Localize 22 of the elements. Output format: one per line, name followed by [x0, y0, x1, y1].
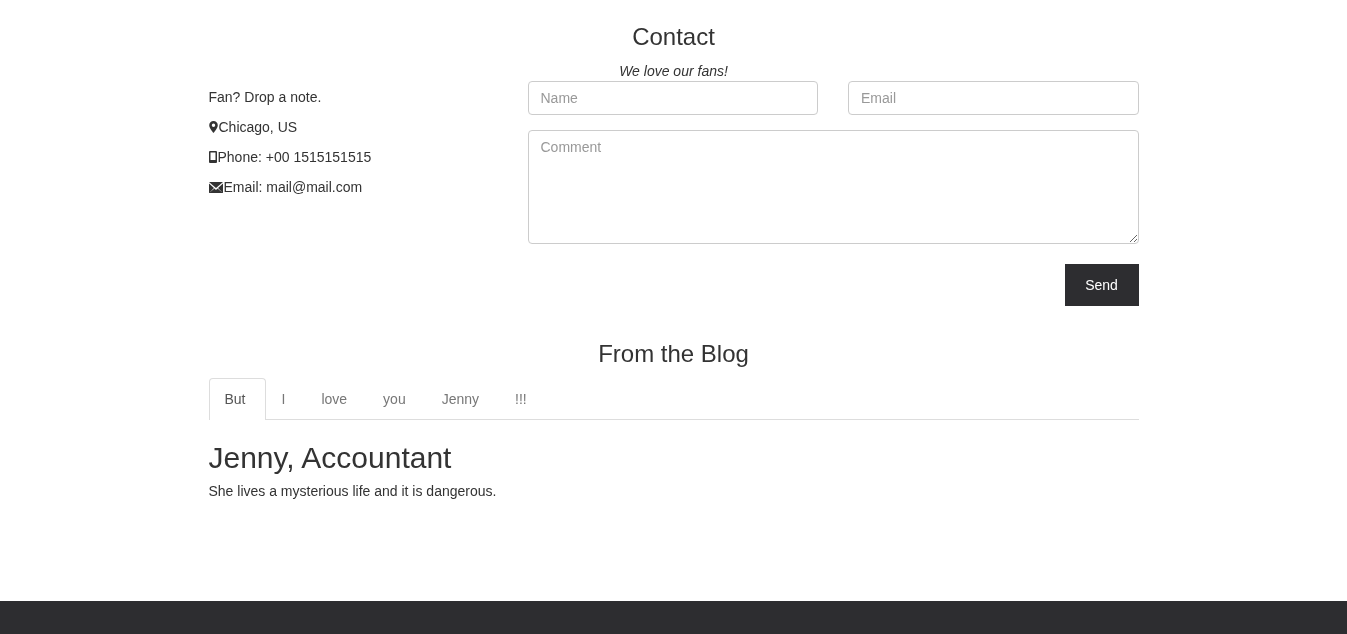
- envelope-icon: [208, 181, 223, 193]
- tab[interactable]: I: [265, 378, 306, 419]
- send-button[interactable]: Send: [1064, 264, 1139, 306]
- section-title: From the Blog: [597, 339, 750, 369]
- tab[interactable]: !!!: [499, 378, 547, 419]
- contact-info-text: Phone: +00 1515151515: [217, 149, 372, 165]
- contact-info-text: Chicago, US: [218, 119, 298, 135]
- email-field[interactable]: Email: [848, 81, 1139, 115]
- post-heading: Jenny, Accountant: [208, 440, 453, 476]
- location-pin-icon: [208, 121, 218, 133]
- comment-field[interactable]: Comment: [527, 130, 1139, 244]
- tab[interactable]: love: [305, 378, 368, 419]
- mobile-phone-icon: [208, 151, 217, 163]
- section-subtitle: We love our fans!: [618, 62, 729, 81]
- tab[interactable]: But: [208, 378, 266, 420]
- tab[interactable]: Jenny: [425, 378, 500, 419]
- contact-info-text: Fan? Drop a note.: [208, 89, 322, 105]
- tab[interactable]: you: [367, 378, 426, 419]
- contact-info-text: Email: mail@mail.com: [223, 179, 363, 195]
- post-text: She lives a mysterious life and it is dangerous.: [208, 482, 498, 501]
- name-field[interactable]: Name: [527, 81, 818, 115]
- section-title: Contact: [631, 22, 716, 52]
